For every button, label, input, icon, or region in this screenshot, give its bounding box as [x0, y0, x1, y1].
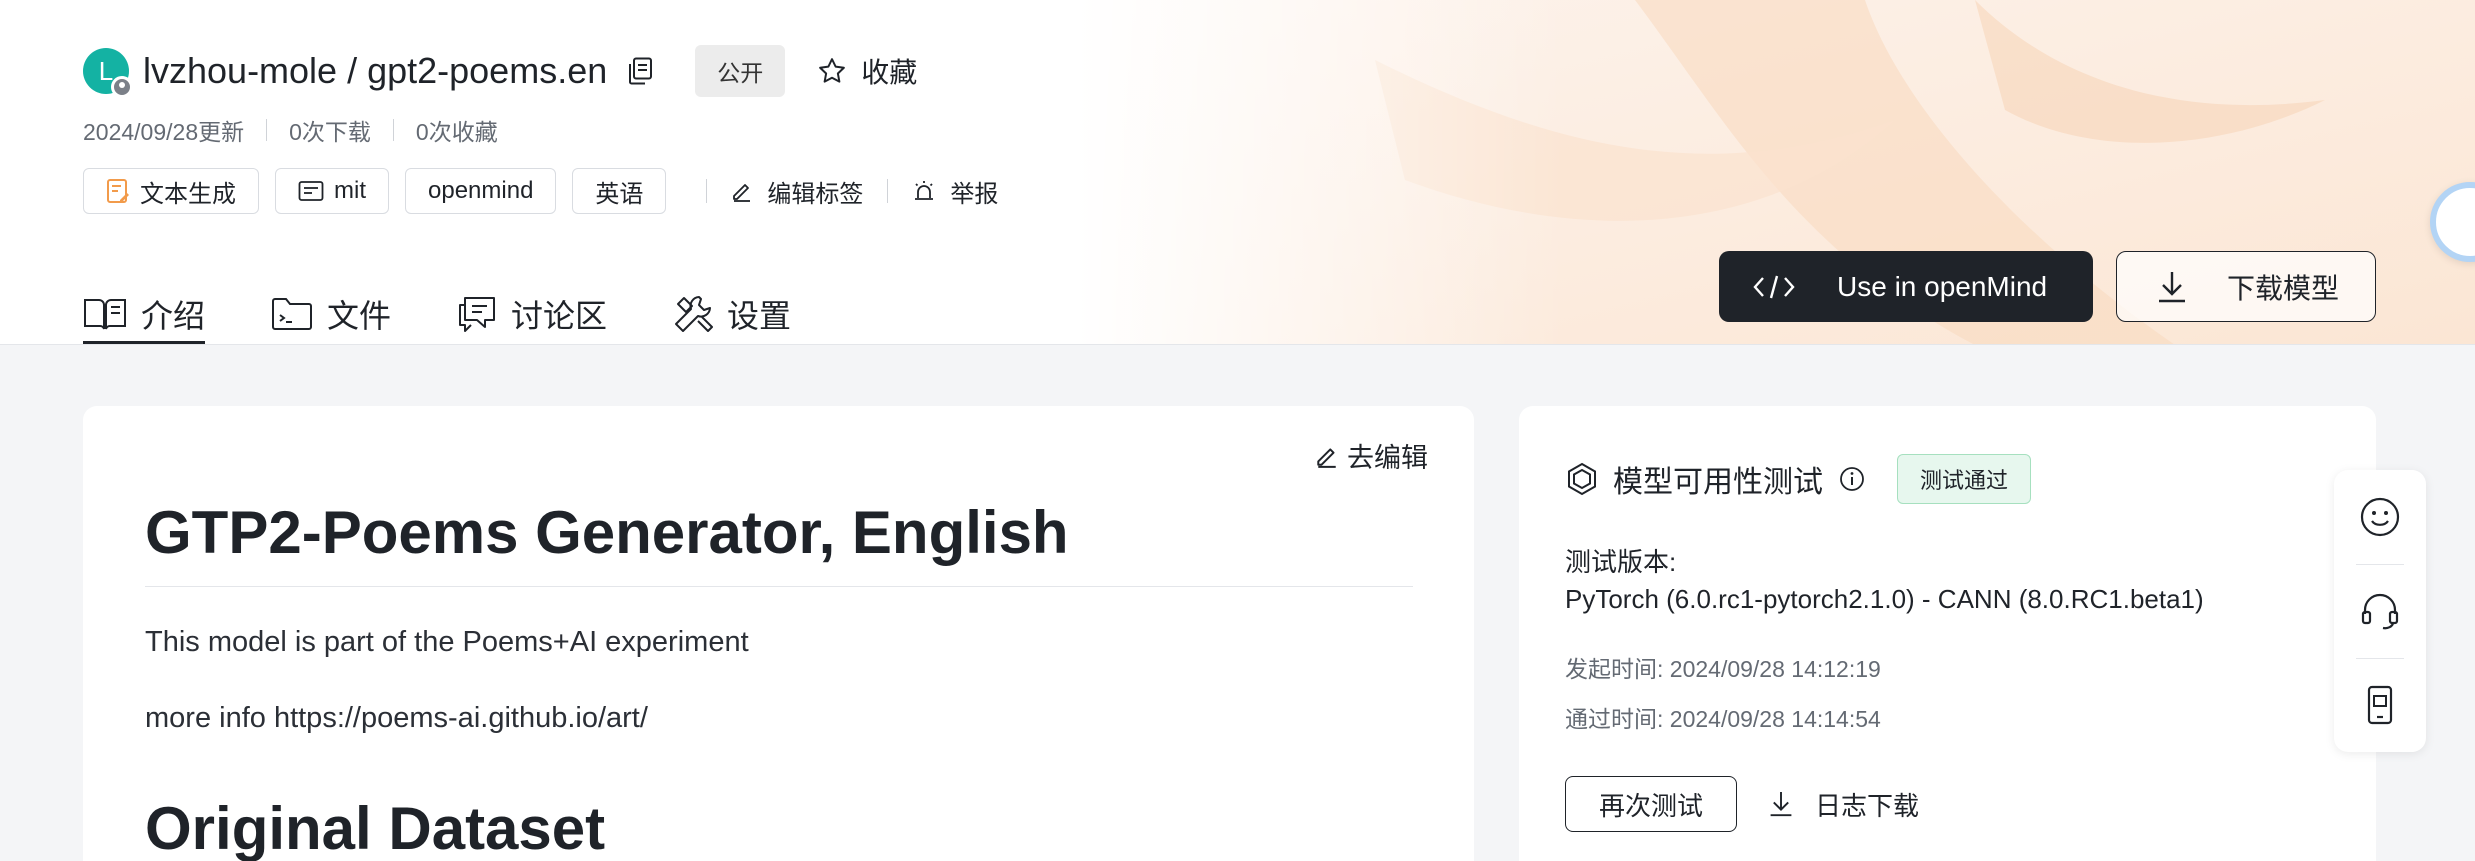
- folder-icon: [272, 298, 313, 330]
- readme-info-link: more info https://poems-ai.github.io/art…: [145, 702, 648, 734]
- version-label: 测试版本:: [1565, 547, 1677, 577]
- edit-icon: [1317, 447, 1336, 468]
- tab-intro-label: 介绍: [141, 298, 206, 334]
- edit-tags-label: 编辑标签: [767, 180, 864, 208]
- copy-icon[interactable]: [625, 55, 655, 87]
- tools-icon: [675, 296, 714, 332]
- readme-paragraph: This model is part of the Poems+AI exper…: [145, 626, 749, 658]
- edit-readme-button[interactable]: 去编辑: [1315, 436, 1428, 475]
- readme-title: GTP2-Poems Generator, English: [145, 499, 1069, 566]
- readme-section-heading: Original Dataset: [145, 795, 606, 861]
- tab-settings[interactable]: 设置: [673, 283, 792, 344]
- heading-rule: [145, 586, 1413, 587]
- edit-tags-button[interactable]: 编辑标签: [731, 174, 863, 209]
- user-badge-icon: [111, 76, 133, 98]
- favorite-button[interactable]: 收藏: [817, 51, 917, 91]
- tab-settings-label: 设置: [727, 298, 792, 334]
- tab-discussion[interactable]: 讨论区: [457, 283, 608, 344]
- tag-task[interactable]: 文本生成: [83, 168, 259, 214]
- log-download-label: 日志下载: [1815, 790, 1920, 821]
- readme-card: 去编辑 GTP2-Poems Generator, English This m…: [83, 406, 1474, 861]
- support-button[interactable]: [2334, 564, 2426, 658]
- tags-row: 文本生成 mit openmind 英语 编辑标签 举报: [83, 168, 998, 214]
- chat-icon: [459, 297, 496, 332]
- code-icon: [1753, 275, 1795, 298]
- divider: [706, 179, 708, 203]
- divider: [392, 119, 394, 141]
- tab-discussion-label: 讨论区: [511, 298, 608, 334]
- smile-icon: [2360, 497, 2400, 537]
- pass-time: 通过时间: 2024/09/28 14:14:54: [1565, 706, 1881, 732]
- phone-icon: [2367, 685, 2393, 725]
- divider: [887, 179, 889, 203]
- tab-files-label: 文件: [327, 298, 392, 334]
- tag-language-label: 英语: [595, 180, 644, 208]
- license-icon: [298, 181, 324, 201]
- tag-license-label: mit: [334, 177, 366, 204]
- tag-task-label: 文本生成: [140, 180, 236, 208]
- updated-date: 2024/09/28更新: [83, 119, 245, 145]
- tag-license[interactable]: mit: [275, 168, 389, 214]
- use-in-openmind-label: Use in openMind: [1837, 270, 2048, 302]
- favorite-count: 0次收藏: [415, 119, 498, 145]
- floating-toolbar: [2334, 470, 2426, 752]
- divider: [266, 119, 268, 141]
- tag-framework-label: openmind: [428, 177, 534, 204]
- version-value: PyTorch (6.0.rc1-pytorch2.1.0) - CANN (8…: [1565, 584, 2204, 614]
- edit-icon: [733, 184, 751, 202]
- text-generation-icon: [107, 179, 129, 203]
- favorite-label: 收藏: [861, 57, 918, 88]
- download-model-button[interactable]: 下载模型: [2116, 251, 2376, 322]
- use-in-openmind-button[interactable]: Use in openMind: [1719, 251, 2093, 322]
- avatar[interactable]: L: [83, 48, 133, 98]
- report-icon: [915, 181, 934, 200]
- hexagon-icon: [1568, 462, 1596, 496]
- report-label: 举报: [950, 180, 999, 208]
- download-icon: [1770, 792, 1792, 817]
- download-icon: [2159, 271, 2185, 302]
- start-time: 发起时间: 2024/09/28 14:12:19: [1565, 656, 1881, 682]
- repo-name[interactable]: lvzhou-mole / gpt2-poems.en: [143, 50, 607, 92]
- star-icon: [819, 58, 846, 83]
- tag-language[interactable]: 英语: [572, 168, 667, 214]
- download-model-label: 下载模型: [2227, 272, 2340, 304]
- book-icon: [84, 299, 126, 330]
- repo-meta: 2024/09/28更新 0次下载 0次收藏: [83, 113, 498, 147]
- log-download-button[interactable]: 日志下载: [1769, 776, 1919, 832]
- report-button[interactable]: 举报: [912, 174, 998, 209]
- tag-framework[interactable]: openmind: [405, 168, 557, 214]
- edit-readme-label: 去编辑: [1347, 443, 1428, 473]
- availability-test-card: 模型可用性测试 测试通过 测试版本: PyTorch (6.0.rc1-pyto…: [1519, 406, 2376, 861]
- download-count: 0次下载: [289, 119, 371, 145]
- tab-intro[interactable]: 介绍: [83, 283, 206, 344]
- repo-header: L lvzhou-mole / gpt2-poems.en 公开 收藏 2024…: [0, 0, 2475, 345]
- repo-tabs: 介绍 文件 讨论区 设置: [83, 283, 857, 344]
- visibility-badge: 公开: [695, 45, 786, 97]
- feedback-button[interactable]: [2334, 470, 2426, 564]
- mobile-button[interactable]: [2334, 658, 2426, 752]
- headset-icon: [2361, 593, 2399, 630]
- info-icon[interactable]: [1839, 466, 1865, 492]
- status-badge: 测试通过: [1897, 454, 2032, 504]
- test-header: 模型可用性测试 测试通过: [1565, 454, 2032, 504]
- test-title: 模型可用性测试: [1613, 466, 1823, 499]
- tab-files[interactable]: 文件: [271, 283, 392, 344]
- retest-button[interactable]: 再次测试: [1565, 776, 1737, 832]
